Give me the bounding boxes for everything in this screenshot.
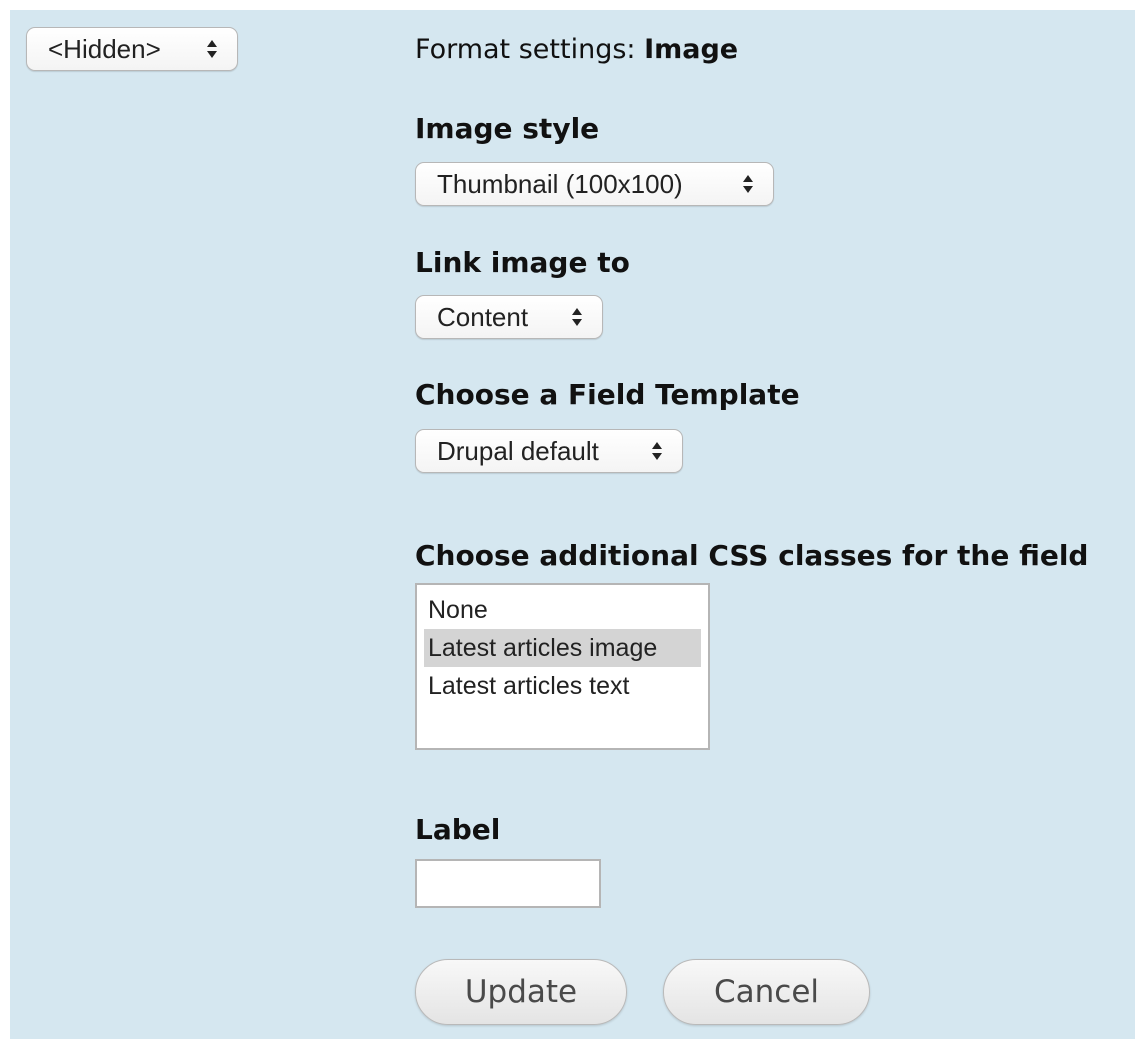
- select-arrows-icon: [572, 308, 582, 326]
- label-input[interactable]: [415, 859, 601, 908]
- select-arrows-icon: [207, 40, 217, 58]
- css-classes-listbox[interactable]: None Latest articles image Latest articl…: [415, 583, 710, 750]
- image-style-value: Thumbnail (100x100): [437, 169, 683, 199]
- format-settings-title: Format settings: Image: [415, 34, 738, 65]
- image-style-select[interactable]: Thumbnail (100x100): [415, 162, 774, 206]
- select-arrows-icon: [652, 442, 662, 460]
- format-settings-prefix: Format settings:: [415, 34, 645, 65]
- format-settings-panel: <Hidden> Format settings: Image Image st…: [10, 10, 1135, 1039]
- link-image-select[interactable]: Content: [415, 295, 603, 339]
- format-type-value: <Hidden>: [48, 34, 161, 64]
- css-class-option-none[interactable]: None: [424, 591, 701, 629]
- field-template-select[interactable]: Drupal default: [415, 429, 683, 473]
- select-arrows-icon: [743, 175, 753, 193]
- css-classes-heading: Choose additional CSS classes for the fi…: [415, 539, 1089, 572]
- update-button[interactable]: Update: [415, 959, 627, 1025]
- css-class-option-latest-articles-image[interactable]: Latest articles image: [424, 629, 701, 667]
- image-style-heading: Image style: [415, 112, 600, 145]
- field-template-value: Drupal default: [437, 436, 599, 466]
- link-image-heading: Link image to: [415, 246, 630, 279]
- link-image-value: Content: [437, 302, 529, 332]
- format-type-select[interactable]: <Hidden>: [26, 27, 238, 71]
- field-template-heading: Choose a Field Template: [415, 378, 800, 411]
- label-heading: Label: [415, 813, 501, 846]
- css-class-option-latest-articles-text[interactable]: Latest articles text: [424, 667, 701, 705]
- format-settings-name: Image: [644, 34, 739, 65]
- cancel-button[interactable]: Cancel: [663, 959, 870, 1025]
